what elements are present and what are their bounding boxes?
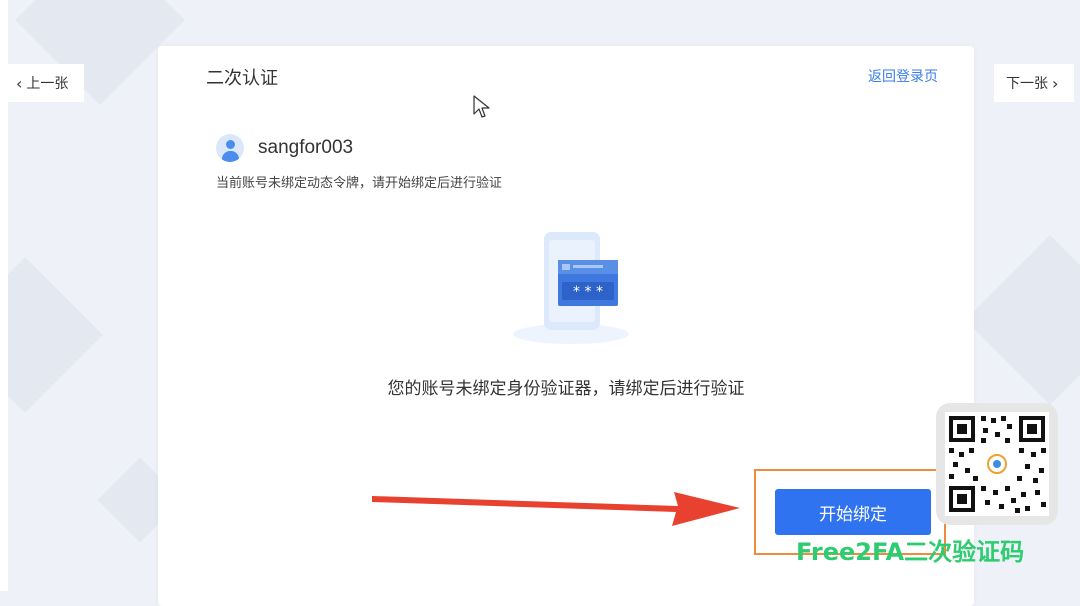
chevron-left-icon: ‹ <box>16 73 23 93</box>
prev-image-button[interactable]: ‹ 上一张 <box>6 64 84 102</box>
authenticator-illustration: * * * <box>513 232 629 344</box>
user-info: sangfor003 <box>216 134 353 162</box>
username: sangfor003 <box>258 137 354 158</box>
qr-code-panel <box>936 403 1058 525</box>
start-binding-button[interactable]: 开始绑定 <box>775 489 931 535</box>
cursor-icon <box>473 95 490 118</box>
user-avatar-icon <box>216 134 244 162</box>
svg-text:* * *: * * * <box>573 284 603 300</box>
annotation-arrow <box>372 492 740 526</box>
background-shape <box>965 235 1080 405</box>
prev-label: 上一张 <box>26 76 69 92</box>
chevron-right-icon: › <box>1052 73 1059 93</box>
page-title: 二次认证 <box>206 68 278 89</box>
next-label: 下一张 <box>1006 76 1048 92</box>
watermark-text: Free2FA二次验证码 <box>796 538 1025 566</box>
background-shape <box>0 257 103 413</box>
back-to-login-link[interactable]: 返回登录页 <box>868 66 938 86</box>
binding-hint: 当前账号未绑定动态令牌，请开始绑定后进行验证 <box>216 176 503 191</box>
next-image-button[interactable]: 下一张 › <box>994 64 1074 102</box>
unbound-message: 您的账号未绑定身份验证器，请绑定后进行验证 <box>387 379 745 399</box>
qr-code <box>945 412 1049 516</box>
